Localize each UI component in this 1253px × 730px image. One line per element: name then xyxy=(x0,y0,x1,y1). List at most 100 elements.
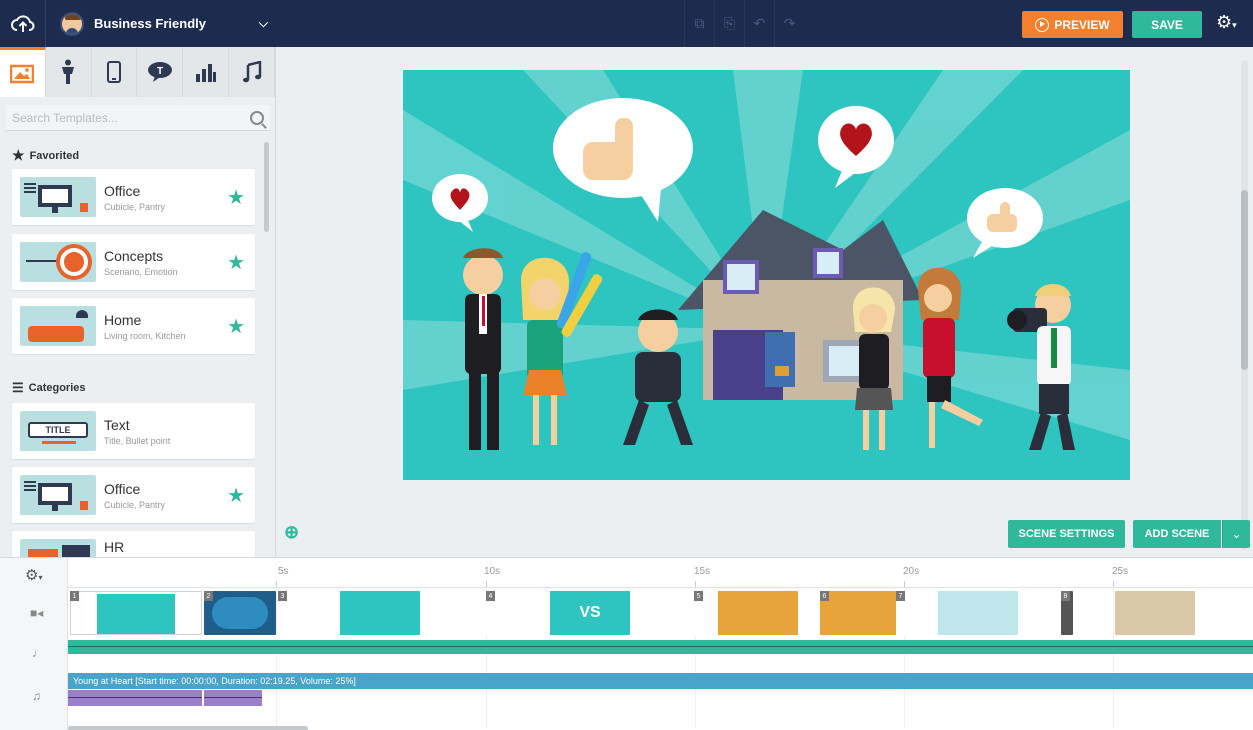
template-card-text[interactable]: TITLE Text Title, Bullet point xyxy=(12,403,255,459)
favorite-star-icon[interactable]: ★ xyxy=(227,314,245,339)
scene-number: 5 xyxy=(694,591,703,601)
scene-thumbnail-5[interactable] xyxy=(694,591,798,635)
tick-label: 20s xyxy=(903,566,920,577)
home-thumbnail xyxy=(20,306,96,346)
hr-thumbnail xyxy=(20,539,96,557)
scene-number: 4 xyxy=(486,591,495,601)
office-thumbnail xyxy=(20,177,96,217)
card-title: Office xyxy=(104,182,141,199)
preview-label: PREVIEW xyxy=(1054,17,1110,32)
scene-thumbnail-4[interactable]: VS xyxy=(486,591,630,635)
scene-number: 1 xyxy=(70,591,79,601)
copy-icon[interactable]: ⧉ xyxy=(684,0,714,47)
template-panel: T Search Templates... ★ Favorited Office… xyxy=(0,47,276,557)
tab-backgrounds[interactable] xyxy=(0,47,46,97)
tab-characters[interactable] xyxy=(46,47,92,97)
scene-4-vs-text: VS xyxy=(550,591,630,635)
timeline-ruler[interactable]: 5s 10s 15s 20s 25s xyxy=(68,558,1253,588)
star-icon: ★ xyxy=(12,147,25,163)
tick-label: 15s xyxy=(694,566,711,577)
favorited-heading: ★ Favorited xyxy=(12,147,79,164)
template-card-hr[interactable]: HR xyxy=(12,531,255,557)
favorite-star-icon[interactable]: ★ xyxy=(227,185,245,210)
voiceover-track[interactable] xyxy=(68,640,1253,654)
character-icon xyxy=(62,59,75,84)
search-icon[interactable] xyxy=(250,110,264,125)
zoom-in-icon[interactable]: ⊕ xyxy=(284,522,299,543)
music-segment[interactable] xyxy=(204,690,262,706)
template-card-office[interactable]: Office Cubicle, Pantry ★ xyxy=(12,169,255,225)
scene-number: 8 xyxy=(1061,591,1070,601)
search-templates[interactable]: Search Templates... xyxy=(6,105,270,131)
tab-music[interactable] xyxy=(229,47,275,97)
category-tabs: T xyxy=(0,47,275,97)
tab-devices[interactable] xyxy=(92,47,138,97)
top-bar: Business Friendly ⌵ ⧉ ⎘ ↶ ↷ PREVIEW SAVE… xyxy=(0,0,1253,47)
microphone-icon: ♩ xyxy=(32,646,44,660)
tick-label: 25s xyxy=(1112,566,1129,577)
card-title: Text xyxy=(104,416,130,433)
card-title: Office xyxy=(104,480,141,497)
paste-icon[interactable]: ⎘ xyxy=(714,0,744,47)
card-subtitle: Living room, Kitchen xyxy=(104,330,186,341)
categories-heading: ☰ Categories xyxy=(12,380,86,396)
card-subtitle: Cubicle, Pantry xyxy=(104,499,166,510)
scene-thumbnail-7[interactable] xyxy=(896,591,1018,635)
timeline-track-labels: ⚙▾ ■◂ ♩ ♫ xyxy=(0,558,68,730)
timeline-scrollbar[interactable] xyxy=(68,726,308,730)
favorite-star-icon[interactable]: ★ xyxy=(227,250,245,275)
theme-selector[interactable]: Business Friendly ⌵ xyxy=(52,0,276,47)
speech-bubble-icon: T xyxy=(147,62,172,82)
add-scene-button[interactable]: ADD SCENE xyxy=(1133,520,1221,548)
card-title: HR xyxy=(104,539,125,555)
cloud-upload-button[interactable] xyxy=(0,0,46,47)
card-title: Concepts xyxy=(104,247,164,264)
text-thumbnail: TITLE xyxy=(20,411,96,451)
save-button[interactable]: SAVE xyxy=(1132,11,1202,38)
scene-canvas[interactable] xyxy=(403,70,1130,480)
thumb-title-text: TITLE xyxy=(28,422,88,438)
scene-thumbnail-3[interactable] xyxy=(278,591,420,635)
tick-label: 5s xyxy=(278,566,289,577)
scene-thumbnail-9[interactable] xyxy=(1115,591,1195,635)
scene-number: 3 xyxy=(278,591,287,601)
scene-thumbnail-6[interactable] xyxy=(820,591,896,635)
panel-scrollbar[interactable] xyxy=(264,142,269,232)
add-scene-dropdown[interactable]: ⌄ xyxy=(1222,520,1250,548)
preview-button[interactable]: PREVIEW xyxy=(1022,11,1123,38)
play-icon xyxy=(1035,17,1050,32)
cloud-upload-icon xyxy=(10,14,34,32)
timeline: ⚙▾ ■◂ ♩ ♫ 5s 10s 15s 20s 25s 1 2 3 VS 4 xyxy=(0,557,1253,730)
list-icon: ☰ xyxy=(12,380,24,395)
favorited-heading-text: Favorited xyxy=(29,149,80,162)
template-card-office-2[interactable]: Office Cubicle, Pantry ★ xyxy=(12,467,255,523)
scene-number: 6 xyxy=(820,591,829,601)
template-card-concepts[interactable]: Concepts Scenario, Emotion ★ xyxy=(12,234,255,290)
stage-scrollbar[interactable] xyxy=(1241,60,1248,550)
phone-icon xyxy=(107,61,122,83)
tab-charts[interactable] xyxy=(183,47,230,97)
favorite-star-icon[interactable]: ★ xyxy=(227,483,245,508)
settings-gear-icon[interactable]: ⚙▾ xyxy=(1216,12,1237,33)
redo-icon[interactable]: ↷ xyxy=(774,0,804,47)
music-track-label[interactable]: Young at Heart [Start time: 00:00:00, Du… xyxy=(68,673,1253,689)
undo-icon[interactable]: ↶ xyxy=(744,0,774,47)
theme-avatar xyxy=(60,11,84,36)
music-track-icon: ♫ xyxy=(32,689,41,703)
office-thumbnail xyxy=(20,475,96,515)
card-subtitle: Title, Bullet point xyxy=(104,435,171,446)
scene-thumbnail-2[interactable] xyxy=(204,591,276,635)
scene-settings-button[interactable]: SCENE SETTINGS xyxy=(1008,520,1125,548)
template-card-home[interactable]: Home Living room, Kitchen ★ xyxy=(12,298,255,354)
scene-thumbnail-1[interactable] xyxy=(70,591,202,635)
edit-toolbar: ⧉ ⎘ ↶ ↷ xyxy=(684,0,804,47)
card-title: Home xyxy=(104,311,142,328)
bar-chart-icon xyxy=(195,64,216,82)
card-subtitle: Cubicle, Pantry xyxy=(104,201,166,212)
music-note-icon xyxy=(242,61,261,83)
search-input[interactable]: Search Templates... xyxy=(6,111,250,125)
tab-text[interactable]: T xyxy=(137,47,184,97)
stage-scrollbar-thumb[interactable] xyxy=(1241,190,1248,370)
music-segment[interactable] xyxy=(68,690,202,706)
timeline-settings-icon[interactable]: ⚙▾ xyxy=(25,566,42,584)
